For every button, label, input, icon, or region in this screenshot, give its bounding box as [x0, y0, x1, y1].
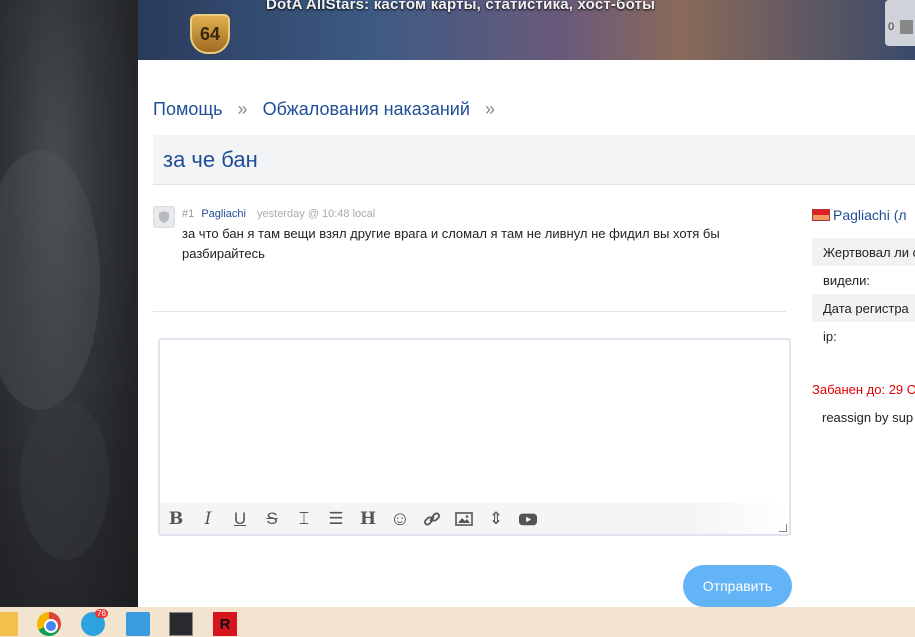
thread-title: за че бан [163, 147, 258, 172]
telegram-badge: 76 [95, 609, 108, 618]
user-info-donated: Жертвовал ли с [812, 238, 915, 266]
breadcrumb-separator: » [237, 99, 248, 119]
page-background [0, 0, 138, 607]
resize-handle[interactable] [779, 524, 787, 532]
list-icon[interactable]: ☰ [325, 508, 347, 530]
user-info-ip: ip: [823, 329, 837, 344]
level-badge: 64 [190, 14, 230, 54]
editor-toolbar: B I U S ⌶ ☰ H ☺ ⇕ [160, 503, 789, 534]
user-info-seen: видели: [823, 273, 871, 288]
widget-count: 0 [888, 21, 895, 33]
collapse-icon[interactable]: ⇕ [485, 508, 507, 530]
send-button[interactable]: Отправить [683, 565, 792, 607]
red-app-icon[interactable]: R [213, 612, 237, 636]
thread-title-bar: за че бан [153, 135, 915, 185]
reply-textarea[interactable] [160, 340, 789, 503]
divider [153, 311, 786, 312]
breadcrumb: Помощь » Обжалования наказаний » [153, 99, 505, 120]
post-avatar[interactable] [153, 206, 175, 228]
taskbar: 76 R [0, 607, 915, 637]
user-info-registered: Дата регистра [812, 294, 915, 322]
text-height-icon[interactable]: ⌶ [293, 508, 315, 530]
reassign-note: reassign by sup [822, 410, 914, 425]
site-banner[interactable]: 64 DotA AllStars: кастом карты, статисти… [138, 0, 915, 60]
post-number[interactable]: #1 [182, 208, 194, 220]
ban-status: Забанен до: 29 О [812, 382, 915, 397]
user-name-link[interactable]: Pagliachi (л [833, 207, 907, 223]
heading-icon[interactable]: H [357, 508, 379, 530]
link-icon[interactable] [421, 508, 443, 530]
breadcrumb-item-appeals[interactable]: Обжалования наказаний [263, 99, 470, 119]
flag-icon [812, 209, 830, 221]
underline-icon[interactable]: U [229, 508, 251, 530]
widget-arrow-icon[interactable] [900, 20, 913, 34]
main-content: Помощь » Обжалования наказаний » за че б… [138, 60, 915, 607]
image-icon[interactable] [453, 508, 475, 530]
user-panel: Pagliachi (л Жертвовал ли с видели: Дата… [812, 207, 915, 425]
folder-icon[interactable] [0, 612, 18, 636]
breadcrumb-item-help[interactable]: Помощь [153, 99, 223, 119]
breadcrumb-separator: » [484, 99, 495, 119]
user-name-row: Pagliachi (л [812, 207, 915, 223]
reply-editor: B I U S ⌶ ☰ H ☺ ⇕ [158, 338, 791, 536]
game-icon[interactable] [169, 612, 193, 636]
post-meta: #1 Pagliachi yesterday @ 10:48 local [182, 208, 375, 220]
chrome-icon[interactable] [37, 612, 61, 636]
post-time: yesterday @ 10:48 local [257, 208, 376, 220]
youtube-icon[interactable] [517, 508, 539, 530]
bold-icon[interactable]: B [165, 508, 187, 530]
banner-widget[interactable]: 0 [885, 0, 915, 46]
italic-icon[interactable]: I [197, 508, 219, 530]
strikethrough-icon[interactable]: S [261, 508, 283, 530]
shield-icon [159, 211, 169, 223]
banner-title[interactable]: DotA AllStars: кастом карты, статистика,… [266, 0, 655, 13]
post-author[interactable]: Pagliachi [201, 208, 246, 220]
post-body: за что бан я там вещи взял другие врага … [182, 226, 720, 261]
emoji-icon[interactable]: ☺ [389, 508, 411, 530]
notepad-icon[interactable] [126, 612, 150, 636]
